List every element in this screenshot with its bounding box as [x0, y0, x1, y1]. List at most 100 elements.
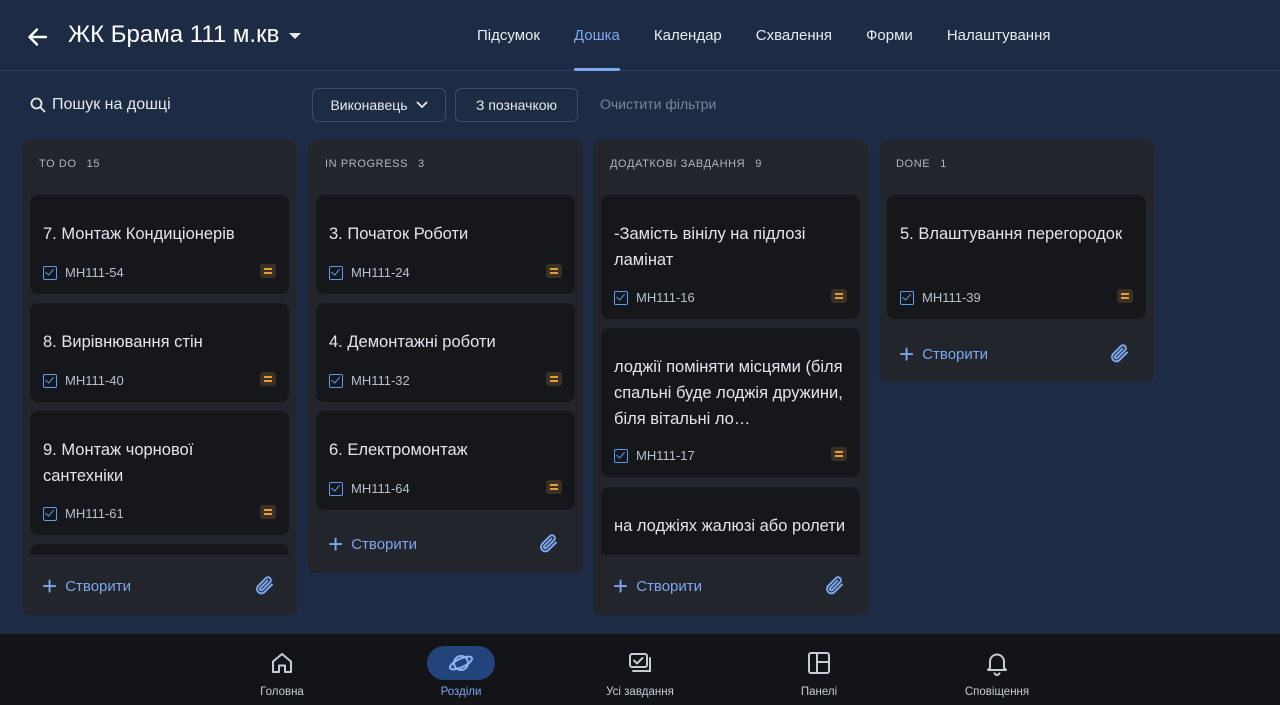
priority-medium-icon	[1117, 289, 1133, 303]
task-type-icon	[614, 290, 628, 305]
issue-key: MH111-54	[65, 265, 124, 280]
card-title: 9. Монтаж чорнової сантехніки	[43, 441, 194, 485]
search-label: Пошук на дошці	[52, 96, 171, 113]
task-type-icon	[43, 265, 57, 280]
issue-card[interactable]: на лоджіях жалюзі або ролети	[601, 487, 860, 556]
nav-home[interactable]: Головна	[222, 634, 342, 705]
create-issue-button[interactable]: + Створити	[328, 531, 417, 557]
card-title: лоджії поміняти місцями (біля спальні бу…	[614, 358, 843, 428]
card-title: 5. Влаштування перегородок	[900, 225, 1123, 243]
label-filter-label: З позначкою	[475, 97, 558, 113]
column-header: ДОДАТКОВІ ЗАВДАННЯ 9	[610, 158, 762, 170]
priority-medium-icon	[260, 264, 276, 278]
issue-key: MH111-64	[351, 481, 410, 496]
priority-medium-icon	[546, 372, 562, 386]
chevron-down-icon	[416, 101, 427, 109]
tab-label: Схвалення	[755, 27, 833, 44]
plus-icon: +	[613, 571, 629, 601]
nav-sections[interactable]: Розділи	[401, 634, 521, 705]
priority-medium-icon	[546, 480, 562, 494]
card-meta: MH111-24	[329, 265, 410, 280]
card-title: -Замість вінілу на підлозі ламінат	[614, 225, 806, 269]
task-type-icon	[329, 265, 343, 280]
column-count: 9	[755, 158, 762, 170]
issue-card[interactable]: 5. Влаштування перегородок MH111-39	[887, 195, 1146, 319]
nav-all-tasks[interactable]: Усі завдання	[580, 634, 700, 705]
issue-card[interactable]: 9. Монтаж чорнової сантехніки MH111-61	[30, 411, 289, 535]
tab-label: Налаштування	[946, 27, 1051, 44]
card-meta: MH111-61	[43, 506, 124, 521]
tab-approvals[interactable]: Схвалення	[739, 0, 849, 71]
column-name: TO DO	[39, 158, 77, 170]
tab-label: Форми	[866, 27, 913, 44]
create-issue-button[interactable]: + Створити	[899, 339, 988, 369]
issue-key: MH111-32	[351, 373, 410, 388]
nav-icon-container	[248, 646, 316, 680]
back-button[interactable]	[22, 22, 52, 52]
task-type-icon	[43, 373, 57, 388]
chevron-down-icon	[289, 33, 302, 39]
card-meta: MH111-16	[614, 290, 695, 305]
card-title: 7. Монтаж Кондиціонерів	[43, 225, 235, 243]
issue-card[interactable]: -Замість вінілу на підлозі ламінат MH111…	[601, 195, 860, 319]
issue-card[interactable]: 3. Початок Роботи MH111-24	[316, 195, 575, 294]
task-type-icon	[43, 506, 57, 521]
task-type-icon	[614, 448, 628, 463]
column-todo: TO DO 15 7. Монтаж Кондиціонерів MH111-5…	[22, 140, 297, 615]
column-count: 15	[86, 158, 101, 170]
tab-label: Дошка	[573, 27, 620, 44]
paperclip-icon[interactable]	[1108, 342, 1132, 366]
tab-bar: Підсумок Дошка Календар Схвалення Форми …	[460, 0, 1068, 71]
issue-card[interactable]: 7. Монтаж Кондиціонерів MH111-54	[30, 195, 289, 294]
issue-key: MH111-61	[65, 506, 124, 521]
create-issue-button[interactable]: + Створити	[613, 571, 703, 601]
assignee-filter-label: Виконавець	[330, 97, 408, 113]
assignee-filter-button[interactable]: Виконавець	[312, 88, 446, 122]
paperclip-icon[interactable]	[537, 532, 561, 556]
issue-card[interactable]: 8. Вирівнювання стін MH111-40	[30, 303, 289, 402]
nav-icon-container	[963, 646, 1031, 680]
issue-card[interactable]: 4. Демонтажні роботи MH111-32	[316, 303, 575, 402]
issue-key: MH111-39	[922, 290, 981, 305]
issue-card[interactable]: лоджії поміняти місцями (біля спальні бу…	[601, 328, 860, 477]
issue-key: MH111-40	[65, 373, 124, 388]
column-header: TO DO 15	[39, 158, 100, 170]
card-title: 3. Початок Роботи	[329, 225, 469, 243]
paperclip-icon[interactable]	[823, 574, 847, 598]
paperclip-icon[interactable]	[253, 574, 277, 598]
nav-icon-container	[785, 646, 853, 680]
arrow-left-icon	[28, 28, 48, 46]
clear-filters-button[interactable]: Очистити фільтри	[600, 96, 716, 112]
priority-medium-icon	[546, 264, 562, 278]
card-title: 6. Електромонтаж	[329, 441, 468, 459]
tab-settings[interactable]: Налаштування	[930, 0, 1068, 71]
board-search[interactable]: Пошук на дошці	[30, 92, 171, 118]
tab-board[interactable]: Дошка	[557, 0, 637, 71]
card-title: 8. Вирівнювання стін	[43, 333, 203, 351]
nav-label: Усі завдання	[606, 686, 674, 698]
issue-card[interactable]: 6. Електромонтаж MH111-64	[316, 411, 575, 510]
tab-forms[interactable]: Форми	[849, 0, 930, 71]
project-switcher[interactable]: ЖК Брама 111 м.кв	[68, 21, 302, 49]
create-issue-button[interactable]: + Створити	[42, 571, 131, 601]
app-root: ЖК Брама 111 м.кв Підсумок Дошка Календа…	[0, 0, 1280, 705]
card-meta: MH111-17	[614, 448, 695, 463]
column-name: ДОДАТКОВІ ЗАВДАННЯ	[610, 158, 746, 170]
tab-summary[interactable]: Підсумок	[460, 0, 557, 71]
column-header: IN PROGRESS 3	[325, 158, 425, 170]
issue-key: MH111-16	[636, 290, 695, 305]
bell-icon	[987, 653, 1007, 676]
nav-notifications[interactable]: Сповіщення	[937, 634, 1057, 705]
task-type-icon	[329, 373, 343, 388]
card-meta: MH111-39	[900, 290, 981, 305]
plus-icon: +	[899, 339, 915, 369]
label-filter-button[interactable]: З позначкою	[455, 88, 578, 122]
tasks-icon	[629, 653, 651, 672]
create-label: Створити	[636, 577, 703, 595]
column-done: DONE 1 5. Влаштування перегородок MH111-…	[879, 140, 1154, 382]
column-name: DONE	[896, 158, 931, 170]
nav-label: Розділи	[440, 686, 482, 698]
nav-dashboards[interactable]: Панелі	[759, 634, 879, 705]
tab-calendar[interactable]: Календар	[637, 0, 739, 71]
plus-icon: +	[42, 571, 58, 601]
